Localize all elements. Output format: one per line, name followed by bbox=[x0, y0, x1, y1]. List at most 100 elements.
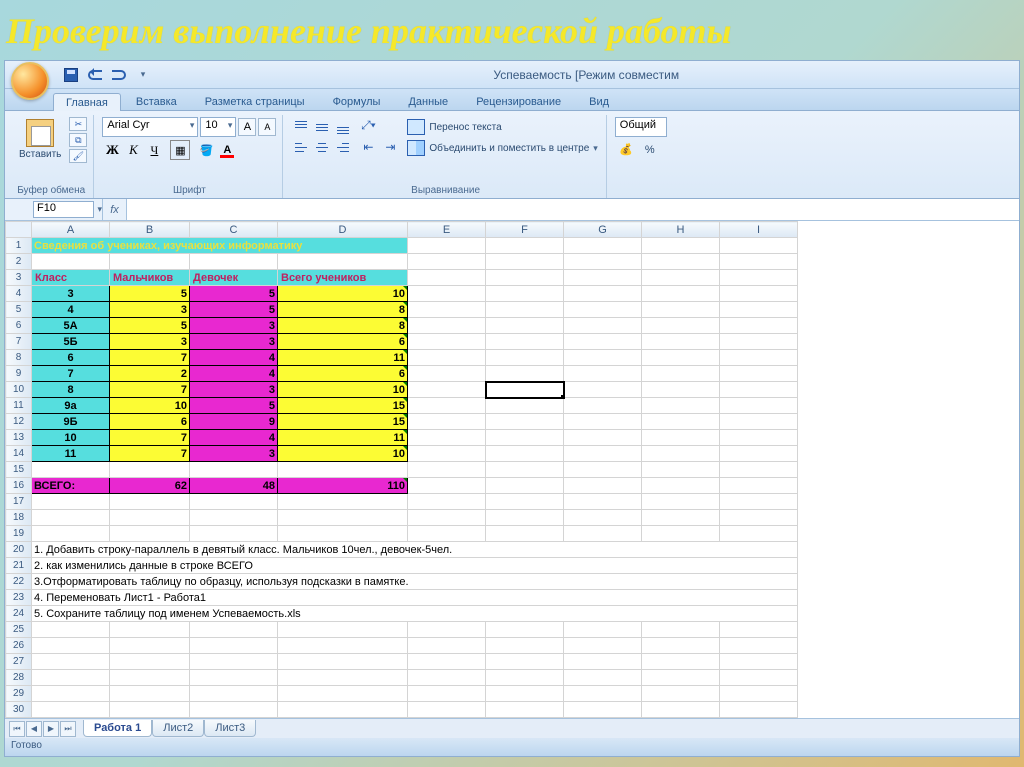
font-color-button[interactable]: A bbox=[217, 140, 237, 160]
cell[interactable] bbox=[642, 350, 720, 366]
office-button[interactable] bbox=[11, 62, 49, 100]
row-header[interactable]: 17 bbox=[6, 494, 32, 510]
cell[interactable] bbox=[720, 238, 798, 254]
col-header[interactable]: D bbox=[278, 222, 408, 238]
row-header[interactable]: 21 bbox=[6, 558, 32, 574]
cell[interactable] bbox=[408, 494, 486, 510]
cell[interactable] bbox=[190, 686, 278, 702]
tab-formulas[interactable]: Формулы bbox=[320, 92, 394, 110]
cell-boys[interactable]: 5 bbox=[110, 286, 190, 302]
redo-button[interactable] bbox=[109, 65, 129, 85]
table-header[interactable]: Девочек bbox=[190, 270, 278, 286]
cell[interactable] bbox=[408, 670, 486, 686]
col-header[interactable]: A bbox=[32, 222, 110, 238]
tab-insert[interactable]: Вставка bbox=[123, 92, 190, 110]
row-header[interactable]: 9 bbox=[6, 366, 32, 382]
cell-girls[interactable]: 5 bbox=[190, 398, 278, 414]
cell-girls[interactable]: 4 bbox=[190, 366, 278, 382]
cell[interactable] bbox=[278, 526, 408, 542]
cell[interactable] bbox=[32, 670, 110, 686]
cell[interactable] bbox=[642, 302, 720, 318]
cell[interactable] bbox=[486, 430, 564, 446]
cell[interactable] bbox=[32, 462, 110, 478]
tab-nav-last[interactable]: ⏭ bbox=[60, 721, 76, 737]
cell[interactable] bbox=[720, 702, 798, 718]
cell[interactable] bbox=[720, 510, 798, 526]
cell[interactable] bbox=[110, 494, 190, 510]
cell[interactable] bbox=[642, 334, 720, 350]
cell[interactable] bbox=[486, 686, 564, 702]
percent-button[interactable]: % bbox=[639, 140, 661, 160]
row-header[interactable]: 19 bbox=[6, 526, 32, 542]
row-header[interactable]: 4 bbox=[6, 286, 32, 302]
cell[interactable] bbox=[486, 462, 564, 478]
cell-class[interactable]: 8 bbox=[32, 382, 110, 398]
row-header[interactable]: 7 bbox=[6, 334, 32, 350]
col-header[interactable]: B bbox=[110, 222, 190, 238]
cut-button[interactable]: ✂ bbox=[69, 117, 87, 131]
cell[interactable] bbox=[408, 318, 486, 334]
cell[interactable] bbox=[564, 430, 642, 446]
row-header[interactable]: 25 bbox=[6, 622, 32, 638]
cell[interactable] bbox=[486, 654, 564, 670]
cell[interactable] bbox=[190, 510, 278, 526]
instruction-cell[interactable]: 4. Переменовать Лист1 - Работа1 bbox=[32, 590, 798, 606]
cell[interactable] bbox=[190, 670, 278, 686]
row-header[interactable]: 27 bbox=[6, 654, 32, 670]
cell[interactable] bbox=[486, 366, 564, 382]
cell[interactable] bbox=[564, 622, 642, 638]
row-header[interactable]: 30 bbox=[6, 702, 32, 718]
cell[interactable] bbox=[720, 462, 798, 478]
copy-button[interactable]: ⧉ bbox=[69, 133, 87, 147]
cell[interactable] bbox=[278, 254, 408, 270]
cell[interactable] bbox=[486, 526, 564, 542]
col-header[interactable]: H bbox=[642, 222, 720, 238]
tab-review[interactable]: Рецензирование bbox=[463, 92, 574, 110]
cell[interactable] bbox=[642, 238, 720, 254]
cell[interactable] bbox=[278, 638, 408, 654]
bold-button[interactable]: Ж bbox=[102, 140, 122, 160]
cell[interactable] bbox=[564, 526, 642, 542]
totals-total[interactable]: 110 bbox=[278, 478, 408, 494]
cell-class[interactable]: 3 bbox=[32, 286, 110, 302]
cell[interactable] bbox=[720, 494, 798, 510]
increase-indent[interactable]: ⇥ bbox=[379, 139, 401, 159]
cell[interactable] bbox=[278, 670, 408, 686]
cell[interactable] bbox=[486, 638, 564, 654]
instruction-cell[interactable]: 2. как изменились данные в строке ВСЕГО bbox=[32, 558, 798, 574]
cell[interactable] bbox=[408, 238, 486, 254]
cell-class[interactable]: 11 bbox=[32, 446, 110, 462]
cell[interactable] bbox=[486, 334, 564, 350]
cell[interactable] bbox=[486, 318, 564, 334]
sheet-tab[interactable]: Лист3 bbox=[204, 720, 256, 737]
save-button[interactable] bbox=[61, 65, 81, 85]
cell[interactable] bbox=[564, 686, 642, 702]
cell[interactable] bbox=[190, 462, 278, 478]
cell[interactable] bbox=[486, 670, 564, 686]
cell[interactable] bbox=[564, 510, 642, 526]
cell-girls[interactable]: 5 bbox=[190, 302, 278, 318]
cell[interactable] bbox=[408, 462, 486, 478]
cell[interactable] bbox=[642, 318, 720, 334]
cell[interactable] bbox=[720, 334, 798, 350]
cell[interactable] bbox=[564, 334, 642, 350]
row-header[interactable]: 1 bbox=[6, 238, 32, 254]
cell-boys[interactable]: 3 bbox=[110, 302, 190, 318]
cell[interactable] bbox=[564, 238, 642, 254]
worksheet[interactable]: A B C D E F G H I 1Сведения об учениках,… bbox=[5, 221, 1019, 718]
cell[interactable] bbox=[190, 622, 278, 638]
cell[interactable] bbox=[642, 446, 720, 462]
cell-class[interactable]: 5А bbox=[32, 318, 110, 334]
cell[interactable] bbox=[408, 638, 486, 654]
cell[interactable] bbox=[110, 462, 190, 478]
cell[interactable] bbox=[642, 270, 720, 286]
cell[interactable] bbox=[408, 382, 486, 398]
cell[interactable] bbox=[32, 654, 110, 670]
cell[interactable] bbox=[486, 510, 564, 526]
cell[interactable] bbox=[190, 494, 278, 510]
cell-total[interactable]: 8 bbox=[278, 302, 408, 318]
row-header[interactable]: 26 bbox=[6, 638, 32, 654]
align-center[interactable] bbox=[312, 138, 332, 158]
align-left[interactable] bbox=[291, 138, 311, 158]
font-name-select[interactable]: Arial Cyr bbox=[102, 117, 198, 137]
